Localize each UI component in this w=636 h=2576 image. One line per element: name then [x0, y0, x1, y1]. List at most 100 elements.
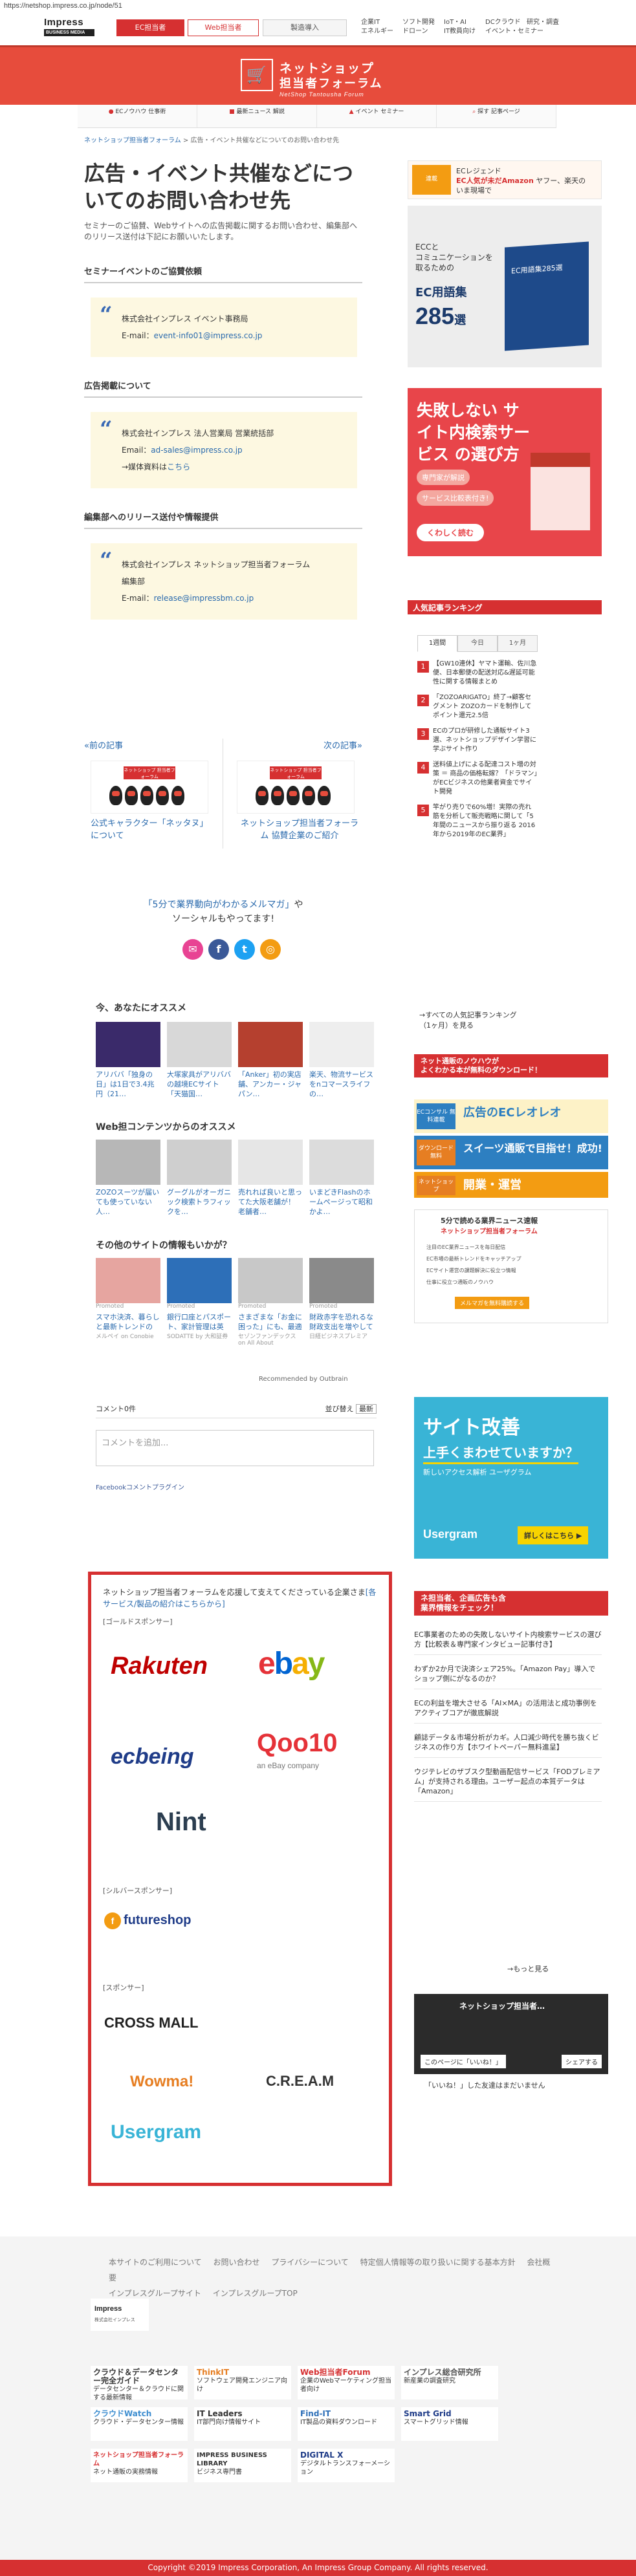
facebook-page-box[interactable]: ネットショップ担当者… このページに「いいね！」 シェアする	[414, 1994, 608, 2074]
facebook-comments-plugin[interactable]: Facebookコメントプラグイン	[96, 1482, 377, 1491]
outbrain-credit[interactable]: Recommended by Outbrain	[259, 1376, 348, 1383]
prev-article-title[interactable]: 公式キャラクター「ネッタヌ」について	[91, 817, 214, 842]
sidebar-ad-legend[interactable]: 連載 ECレジェンド EC人気が未だAmazon ヤフー、楽天の いま現場で	[408, 160, 602, 199]
rec-item[interactable]: Promotedさまざまな「お金に困った」にも、最適な融…セゾンファンデックス …	[238, 1258, 303, 1347]
rec-item[interactable]: アリババ「独身の日」は1日で3.4兆円（21…	[96, 1022, 160, 1099]
site-link[interactable]: エネルギー	[361, 27, 402, 36]
read-more-button[interactable]: くわしく読む	[417, 524, 485, 541]
footer-link[interactable]: お問い合わせ	[213, 2258, 259, 2267]
footer-media-item[interactable]: クラウドWatch クラウド・データセンター情報	[91, 2407, 188, 2441]
sponsor-logo-crossmall[interactable]: CROSS MALL	[104, 2015, 198, 2031]
knowhow-banner[interactable]: ダウンロード 無料 スイーツ通販で目指せ！成功!	[414, 1136, 608, 1169]
news-more-link[interactable]: →もっと見る	[507, 1964, 549, 1974]
ranking-tab-month[interactable]: 1ヶ月	[498, 635, 538, 652]
site-link[interactable]: 企業IT	[361, 18, 402, 27]
footer-media-item[interactable]: ThinkIT ソフトウェア開発エンジニア向け	[194, 2366, 291, 2399]
footer-media-item[interactable]: IMPRESS BUSINESS LIBRARY ビジネス専門書	[194, 2449, 291, 2482]
site-link[interactable]: DCクラウド	[485, 18, 527, 27]
footer-media-item[interactable]: Web担当者Forum 企業のWebマーケティング担当者向け	[298, 2366, 395, 2399]
rec-item[interactable]: 楽天、物流サービスをnコマースライフの…	[309, 1022, 374, 1099]
rec-item[interactable]: いまどきFlashのホームページって昭和かよ…	[309, 1140, 374, 1217]
facebook-icon[interactable]: f	[208, 939, 229, 960]
ranking-tab-week[interactable]: 1週間	[417, 635, 457, 652]
category-search[interactable]: ⌕ 探す 記事ページ	[437, 105, 556, 127]
news-item[interactable]: ウジテレビのザブスク型動画配信サービス「FODプレミアム」が支持される理由。ユー…	[414, 1767, 602, 1802]
footer-media-item[interactable]: インプレス総合研究所 新産業の調査研究	[401, 2366, 498, 2399]
newsletter-link[interactable]: 「5分で業界動向がわかるメルマガ」	[144, 900, 294, 910]
rec-item[interactable]: ZOZOスーツが届いても使っていない人…	[96, 1140, 160, 1217]
rec-item[interactable]: 大塚家具がアリババの越境ECサイト「天猫国…	[167, 1022, 232, 1099]
footer-media-item[interactable]: Find-IT IT製品の資料ダウンロード	[298, 2407, 395, 2441]
category-event[interactable]: ▲ イベント セミナー	[317, 105, 437, 127]
sponsor-logo-qoo10[interactable]: Qoo10	[257, 1729, 337, 1758]
sponsor-logo-nint[interactable]: Nint	[156, 1808, 206, 1837]
rec-item[interactable]: グーグルがオーガニック検索トラフィックを…	[167, 1140, 232, 1217]
rss-icon[interactable]: ◎	[260, 939, 281, 960]
sort-select[interactable]: 最新	[356, 1404, 377, 1414]
ranking-item[interactable]: 1 【GW10連休】ヤマト運輸、佐川急便、日本郵便の配送対応&遅延可能性に関する情…	[417, 660, 538, 687]
facebook-like-button[interactable]: このページに「いいね！」	[421, 2055, 506, 2068]
footer-media-item[interactable]: Smart Grid スマートグリッド情報	[401, 2407, 498, 2441]
email-link[interactable]: event-info01@impress.co.jp	[154, 331, 263, 340]
details-button[interactable]: 詳しくはこちら ▶	[518, 1526, 589, 1544]
sidebar-ad-search-service[interactable]: 失敗しない サイト内検索サービス の選び方 専門家が解説 サービス比較表付き! …	[408, 388, 602, 556]
mail-icon[interactable]: ✉	[182, 939, 203, 960]
rec-item[interactable]: Promoted銀行口座とパスポート、家計管理は英語……SODATTE by 大…	[167, 1258, 232, 1347]
prev-article-link[interactable]: «前の記事	[84, 739, 123, 751]
site-link[interactable]: IoT・AI	[444, 18, 485, 27]
next-article-title[interactable]: ネットショップ担当者フォーラム 協賛企業のご紹介	[237, 817, 362, 842]
news-item[interactable]: ECの利益を増大させる「AI×MA」の活用法と成功事例をアクティブコアが徹底解説	[414, 1698, 602, 1724]
footer-impress-logo[interactable]: Impress 株式会社インプレス	[91, 2299, 149, 2331]
comment-input[interactable]: コメントを追加...	[96, 1430, 374, 1466]
footer-link[interactable]: 本サイトのご利用について	[109, 2258, 202, 2267]
ranking-tab-today[interactable]: 今日	[457, 635, 498, 652]
footer-media-item[interactable]: DIGITAL X デジタルトランスフォーメーション	[298, 2449, 395, 2482]
tab-product[interactable]: 製造導入	[263, 19, 347, 36]
footer-link[interactable]: インプレスグループサイト	[109, 2289, 201, 2298]
prev-article-thumb[interactable]: ネットショップ 担当者フォーラム	[91, 761, 208, 814]
ranking-item[interactable]: 3 ECのプロが研修した通販サイト3選、ネットショップデザイン学習に学ぶサイト作り	[417, 727, 538, 754]
site-link[interactable]: IT教員向け	[444, 27, 485, 36]
category-news[interactable]: ■ 最新ニュース 解説	[197, 105, 317, 127]
site-link[interactable]: イベント・セミナー	[485, 27, 543, 36]
next-article-link[interactable]: 次の記事»	[323, 739, 362, 751]
rec-item[interactable]: Promotedスマホ決済、暮らしと最新トレンドの「メルペイ…メルペイ on C…	[96, 1258, 160, 1347]
ranking-item[interactable]: 5 竿がり売りで60%増！実際の売れ筋を分析して販売戦略に関して「5年間のニュース…	[417, 803, 538, 839]
news-item[interactable]: 顧誌データ＆市場分析がカギ。人口減少時代を勝ち抜くビジネスの作り方【ホワイトペー…	[414, 1733, 602, 1758]
footer-link[interactable]: プライバシーについて	[271, 2258, 348, 2267]
media-kit-link[interactable]: こちら	[167, 462, 190, 471]
sponsor-logo-futureshop[interactable]: f futureshop	[104, 1912, 191, 1929]
footer-link[interactable]: 特定個人情報等の取り扱いに関する基本方針	[360, 2258, 516, 2267]
footer-media-item[interactable]: IT Leaders IT部門向け情報サイト	[194, 2407, 291, 2441]
next-article-thumb[interactable]: ネットショップ 担当者フォーラム	[237, 761, 355, 814]
site-brand[interactable]: 🛒 ネットショップ 担当者フォーラム NetShop Tantousha For…	[241, 55, 396, 98]
category-knowhow[interactable]: ● ECノウハウ 仕事術	[78, 105, 197, 127]
ranking-item[interactable]: 4 送料値上げによる配達コスト増の対策 ＝ 商品の価格転嫁？「ドラマン」がECビジ…	[417, 761, 538, 797]
sidebar-ad-usergram[interactable]: サイト改善 上手くまわせていますか？ 新しいアクセス解析 ユーザグラム User…	[414, 1397, 608, 1559]
email-link[interactable]: ad-sales@impress.co.jp	[151, 446, 242, 455]
tab-ec[interactable]: EC担当者	[116, 19, 184, 36]
subscribe-button[interactable]: メルマガを無料購読する	[455, 1297, 530, 1309]
sponsor-logo-ebay[interactable]: ebay	[258, 1646, 325, 1682]
facebook-share-button[interactable]: シェアする	[562, 2055, 602, 2068]
site-link[interactable]: ドローン	[402, 27, 444, 36]
twitter-icon[interactable]: t	[234, 939, 255, 960]
rec-item[interactable]: 「Anker」初の実店舗、アンカー・ジャパン…	[238, 1022, 303, 1099]
site-link[interactable]: ソフト開発	[402, 18, 444, 27]
sponsor-logo-rakuten[interactable]: Rakuten	[111, 1652, 208, 1680]
sponsor-logo-cream[interactable]: C.R.E.A.M	[266, 2073, 334, 2090]
sponsor-logo-wowma[interactable]: Wowma!	[130, 2073, 193, 2091]
impress-logo[interactable]: Impress BUSINESS MEDIA	[44, 17, 102, 41]
breadcrumb-home[interactable]: ネットショップ担当者フォーラム	[84, 137, 181, 144]
site-link[interactable]: 研究・調査	[527, 18, 568, 27]
ranking-more-link[interactable]: →すべての人気記事ランキング （1ヶ月）を見る	[419, 1010, 517, 1031]
rec-item[interactable]: 売れれば良いと思ってた大阪老舗が！ 老舗者…	[238, 1140, 303, 1217]
footer-media-item[interactable]: クラウド＆データセンター完全ガイド データセンター＆クラウドに関する最新情報	[91, 2366, 188, 2401]
rec-item[interactable]: Promoted財政赤字を恐れるな 財政支出を増やしてもい…日経ビジネスプレミア	[309, 1258, 374, 1347]
ranking-item[interactable]: 2 「ZOZOARIGATO」終了→顧客セグメント ZOZOカードを制作してポイン…	[417, 693, 538, 720]
email-link[interactable]: release@impressbm.co.jp	[154, 594, 254, 603]
news-item[interactable]: わずか2か月で決済シェア25%。「Amazon Pay」導入でショップ側にがなる…	[414, 1664, 602, 1689]
sponsor-logo-ecbeing[interactable]: ecbeing	[111, 1744, 193, 1770]
knowhow-banner[interactable]: ネットショップ 開業・運営	[414, 1172, 608, 1198]
sidebar-ad-glossary[interactable]: ECCと コミュニケーションを 取るための EC用語集 285選 EC用語集285選	[408, 206, 602, 367]
